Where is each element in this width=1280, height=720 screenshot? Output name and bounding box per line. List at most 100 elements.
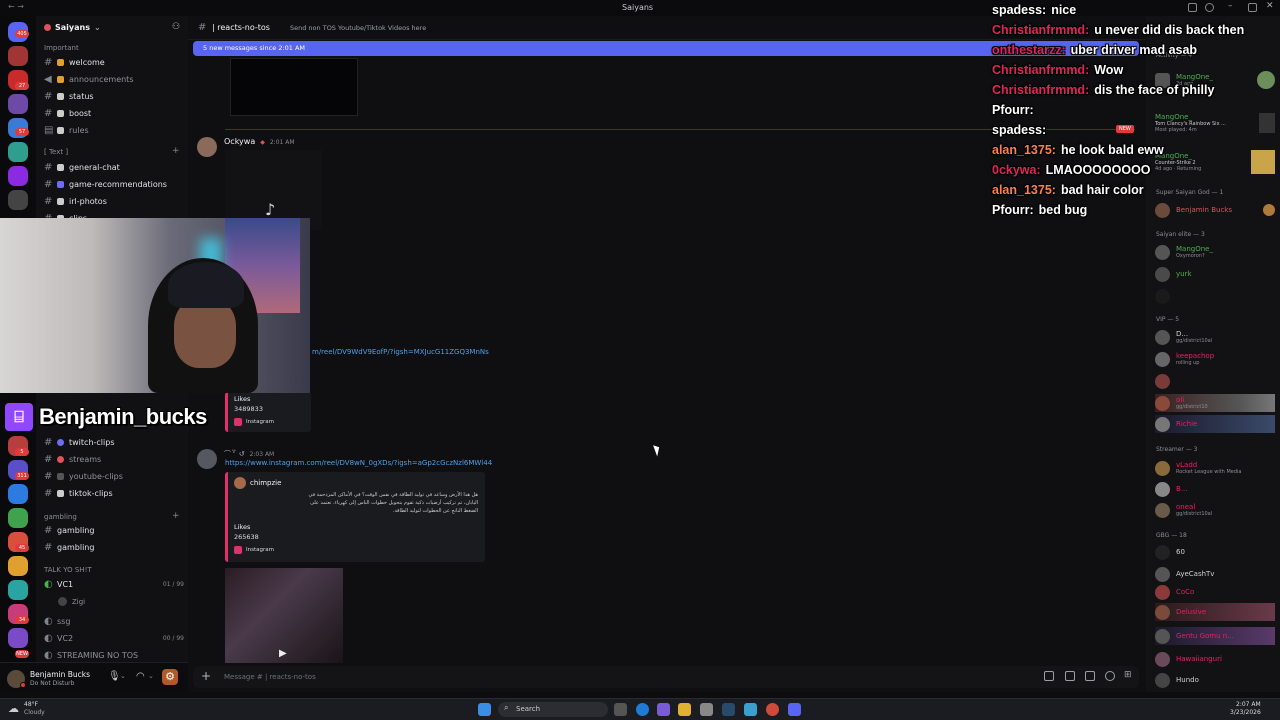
- member-item[interactable]: oneal gg/district10al: [1155, 501, 1275, 519]
- channel-youtube-clips[interactable]: # youtube-clips: [44, 469, 184, 484]
- gift-icon[interactable]: [1044, 671, 1054, 681]
- message-author[interactable]: Ockywa: [224, 137, 255, 146]
- voice-channel-vc1[interactable]: ◐ VC1 01 / 99: [44, 577, 184, 592]
- invite-user-icon[interactable]: ⚇: [172, 22, 180, 32]
- chevron-down-icon[interactable]: ⌄: [148, 672, 154, 680]
- microphone-icon[interactable]: 🎙︎: [108, 671, 121, 682]
- voice-channel-streaming-no-tos[interactable]: ◐ STREAMING NO TOS: [44, 648, 184, 663]
- instagram-icon: [234, 546, 242, 554]
- hash-icon: #: [44, 471, 53, 482]
- message-link[interactable]: https://www.instagram.com/reel/DV8wN_0gX…: [225, 459, 492, 467]
- discord-icon[interactable]: [788, 703, 801, 716]
- member-item[interactable]: yurk: [1155, 265, 1275, 283]
- member-item[interactable]: Hawaiianguri: [1155, 650, 1275, 668]
- voice-user[interactable]: Zigi: [58, 594, 198, 609]
- back-arrow-icon[interactable]: ← →: [8, 2, 24, 11]
- apps-icon[interactable]: ⊞: [1124, 670, 1132, 680]
- gif-icon[interactable]: [1065, 671, 1075, 681]
- chevron-down-icon[interactable]: ⌄: [120, 672, 126, 680]
- server-icon[interactable]: [8, 556, 28, 576]
- server-icon[interactable]: [8, 484, 28, 504]
- video-thumbnail[interactable]: ▶: [225, 568, 343, 663]
- member-item[interactable]: AyeCashTv: [1155, 565, 1275, 583]
- category-voice[interactable]: TALK YO SH!T: [44, 566, 92, 574]
- channel-boost[interactable]: # boost: [44, 106, 184, 121]
- settings-gear-icon[interactable]: ⚙: [162, 669, 178, 685]
- sticker-icon[interactable]: [1085, 671, 1095, 681]
- taskbar-search[interactable]: ⌕ Search: [498, 702, 608, 717]
- weather-icon[interactable]: ☁: [8, 702, 19, 715]
- add-attachment-icon[interactable]: +: [201, 669, 211, 683]
- member-item[interactable]: D... gg/district10al: [1155, 328, 1275, 346]
- chrome-icon[interactable]: [766, 703, 779, 716]
- channel-gambling[interactable]: # gambling: [44, 540, 184, 555]
- embed-author[interactable]: chimpzie: [250, 479, 281, 487]
- emoji-picker-icon[interactable]: [1105, 671, 1115, 681]
- channel-gambling[interactable]: # gambling: [44, 523, 184, 538]
- app-icon[interactable]: [657, 703, 670, 716]
- member-item[interactable]: vLadd Rocket League with Media: [1155, 459, 1275, 477]
- settings-icon[interactable]: [700, 703, 713, 716]
- message-composer[interactable]: + Message # | reacts-no-tos ⊞: [193, 666, 1139, 688]
- server-icon[interactable]: [8, 628, 28, 648]
- add-channel-icon[interactable]: +: [172, 511, 180, 521]
- server-icon[interactable]: [8, 508, 28, 528]
- close-icon[interactable]: ✕: [1266, 1, 1274, 11]
- category-text[interactable]: [ Text ]: [44, 148, 68, 156]
- server-header[interactable]: Saiyans ⌄: [44, 23, 101, 32]
- member-item[interactable]: [1155, 372, 1275, 390]
- channel-rules[interactable]: ▤ rules: [44, 123, 184, 138]
- member-item[interactable]: B...: [1155, 480, 1275, 498]
- server-icon[interactable]: [8, 190, 28, 210]
- decorated-author-icon[interactable]: ⌒꒷ ↺: [224, 448, 245, 459]
- channel-welcome[interactable]: # welcome: [44, 55, 184, 70]
- avatar: [1155, 544, 1170, 560]
- avatar: [1155, 416, 1170, 432]
- file-explorer-icon[interactable]: [678, 703, 691, 716]
- member-item[interactable]: MangOne_ Oxymoron?: [1155, 243, 1275, 261]
- avatar: [1155, 481, 1170, 497]
- member-item[interactable]: 60: [1155, 543, 1275, 561]
- task-view-icon[interactable]: [614, 703, 627, 716]
- voice-channel-ssg[interactable]: ◐ ssg: [44, 614, 184, 629]
- member-item[interactable]: keepachop rolling up: [1155, 350, 1275, 368]
- chat-message: alan_1375: he look bald eww: [992, 140, 1262, 160]
- avatar[interactable]: [197, 137, 217, 157]
- steam-icon[interactable]: [722, 703, 735, 716]
- member-item[interactable]: [1155, 287, 1275, 305]
- server-icon[interactable]: [8, 94, 28, 114]
- play-icon[interactable]: ▶: [279, 648, 287, 659]
- category-gambling[interactable]: gambling: [44, 513, 77, 521]
- weather-temp: 48°F: [24, 701, 39, 708]
- headphones-icon[interactable]: ◠: [136, 671, 145, 682]
- channel-announcements[interactable]: ◀ announcements: [44, 72, 184, 87]
- voice-channel-vc2[interactable]: ◐ VC2 00 / 99: [44, 631, 184, 646]
- app-icon[interactable]: [744, 703, 757, 716]
- channel-streams[interactable]: # streams: [44, 452, 184, 467]
- member-item[interactable]: Richie: [1155, 415, 1275, 433]
- edge-icon[interactable]: [636, 703, 649, 716]
- server-icon[interactable]: [8, 142, 28, 162]
- channel-twitch-clips[interactable]: # twitch-clips: [44, 435, 184, 450]
- member-item[interactable]: CoCo: [1155, 583, 1275, 601]
- member-item[interactable]: Gentu Gomu n...: [1155, 627, 1275, 645]
- avatar[interactable]: [197, 449, 217, 469]
- server-icon[interactable]: [8, 580, 28, 600]
- message-input[interactable]: Message # | reacts-no-tos: [224, 673, 316, 681]
- message-link[interactable]: m/reel/DV9WdV9EofP/?igsh=MXJucG11ZGQ3MnN…: [312, 348, 489, 356]
- category-important[interactable]: Important: [44, 44, 79, 52]
- member-item[interactable]: Hundo: [1155, 671, 1275, 689]
- channel-status[interactable]: # status: [44, 89, 184, 104]
- server-icon[interactable]: [8, 46, 28, 66]
- channel-tiktok-clips[interactable]: # tiktok-clips: [44, 486, 184, 501]
- member-item[interactable]: oli gg/district10: [1155, 394, 1275, 412]
- add-channel-icon[interactable]: +: [172, 146, 180, 156]
- start-icon[interactable]: [478, 703, 491, 716]
- member-group-header: Streamer — 3: [1156, 446, 1198, 453]
- video-embed[interactable]: [230, 58, 358, 116]
- channel-irl-photos[interactable]: # irl-photos: [44, 194, 184, 209]
- channel-general-chat[interactable]: # general-chat: [44, 160, 184, 175]
- server-icon[interactable]: [8, 166, 28, 186]
- member-item[interactable]: Delusive: [1155, 603, 1275, 621]
- channel-game-recommendations[interactable]: # game-recommendations: [44, 177, 184, 192]
